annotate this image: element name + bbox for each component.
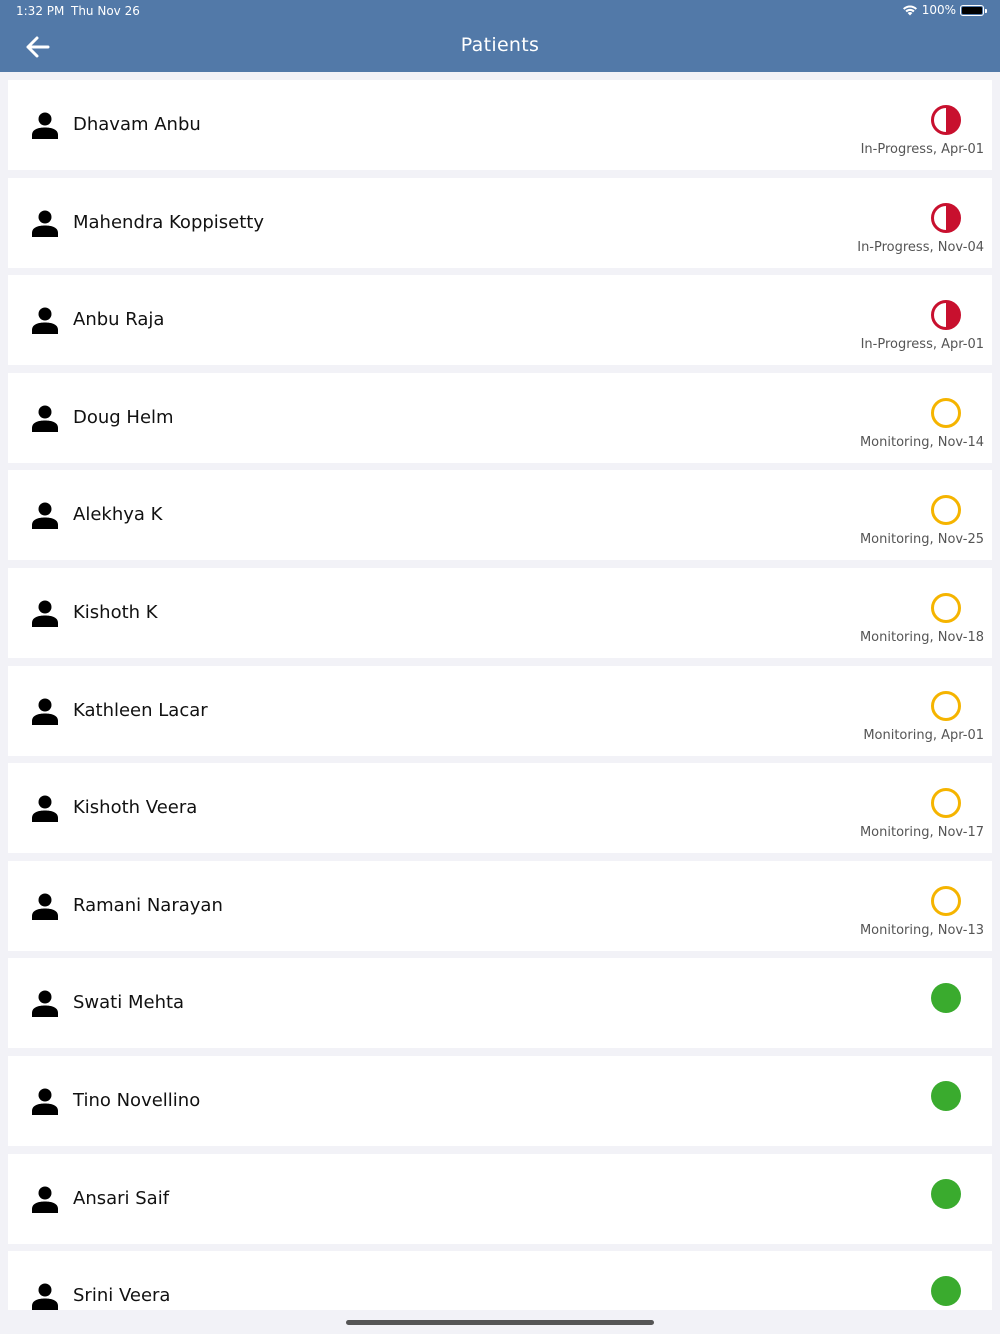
patient-name: Srini Veera [73,1285,171,1307]
list-item[interactable]: Kathleen Lacar Monitoring, Apr-01 [8,665,992,756]
status-label: Monitoring, Nov-18 [859,629,984,645]
battery-icon [960,4,987,16]
person-icon [32,502,58,530]
ring-status-icon [931,397,961,428]
filled-circle-status-icon [931,1080,961,1111]
list-item[interactable]: Kishoth K Monitoring, Nov-18 [8,567,992,658]
patient-name: Kathleen Lacar [73,699,208,721]
ring-status-icon [931,690,961,721]
list-item[interactable]: Doug Helm Monitoring, Nov-14 [8,372,992,463]
half-circle-status-icon [931,105,961,135]
wifi-icon [902,5,917,16]
person-icon [32,698,58,725]
list-item[interactable]: Kishoth Veera Monitoring, Nov-17 [8,763,992,854]
status-label: In-Progress, Nov-04 [857,239,984,255]
status-label: Monitoring, Nov-17 [859,825,984,841]
status-label: In-Progress, Apr-01 [860,142,984,157]
person-icon [32,1283,58,1311]
ring-status-icon [931,885,961,916]
status-time: 1:32 PM [16,4,65,18]
patient-name: Doug Helm [73,406,174,428]
filled-circle-status-icon [931,1178,961,1209]
ring-status-icon [931,495,961,526]
nav-bar: 1:32 PM Thu Nov 26 100% Patients [0,0,1000,72]
patient-name: Kishoth K [73,601,158,623]
filled-circle-status-icon [931,983,961,1014]
status-label: Monitoring, Nov-13 [859,922,984,938]
patient-name: Ramani Narayan [73,894,223,916]
status-label: Monitoring, Nov-14 [859,434,984,450]
status-label: Monitoring, Apr-01 [863,727,984,743]
filled-circle-status-icon [931,1276,961,1307]
status-label: Monitoring, Nov-25 [859,532,984,548]
person-icon [32,307,58,335]
person-icon [32,1088,58,1115]
person-icon [32,893,58,920]
patient-list: Dhavam Anbu In-Progress, Apr-01 Mahendra K… [8,80,992,1334]
status-date: Thu Nov 26 [71,4,140,18]
battery-percent: 100% [921,3,956,17]
patient-name: Tino Novellino [73,1089,201,1111]
person-icon [32,600,58,627]
patient-name: Dhavam Anbu [73,114,201,135]
person-icon [32,405,58,432]
patient-name: Anbu Raja [73,309,165,331]
person-icon [32,210,58,237]
page-title: Patients [460,34,540,56]
list-item[interactable]: Tino Novellino [8,1055,992,1146]
half-circle-status-icon [931,202,961,233]
patient-name: Ansari Saif [73,1187,170,1209]
patient-name: Alekhya K [73,504,163,526]
person-icon [32,990,58,1018]
ring-status-icon [931,592,961,623]
list-item[interactable]: Mahendra Koppisetty In-Progress, Nov-04 [8,177,992,268]
list-item[interactable]: Alekhya K Monitoring, Nov-25 [8,470,992,561]
ring-status-icon [931,788,961,819]
list-item[interactable]: Dhavam Anbu In-Progress, Apr-01 [8,80,992,170]
home-indicator[interactable] [346,1320,654,1325]
list-item[interactable]: Swati Mehta [8,958,992,1049]
person-icon [32,795,58,823]
half-circle-status-icon [931,300,961,331]
person-icon [32,1186,58,1213]
list-item[interactable]: Anbu Raja In-Progress, Apr-01 [8,275,992,366]
list-item[interactable]: Ansari Saif [8,1153,992,1244]
person-icon [32,112,58,139]
patient-name: Mahendra Koppisetty [73,211,265,233]
list-item[interactable]: Ramani Narayan Monitoring, Nov-13 [8,860,992,951]
patient-name: Swati Mehta [73,992,185,1014]
status-label: In-Progress, Apr-01 [860,337,984,353]
status-right: 100% [902,3,987,17]
patient-name: Kishoth Veera [73,797,198,819]
